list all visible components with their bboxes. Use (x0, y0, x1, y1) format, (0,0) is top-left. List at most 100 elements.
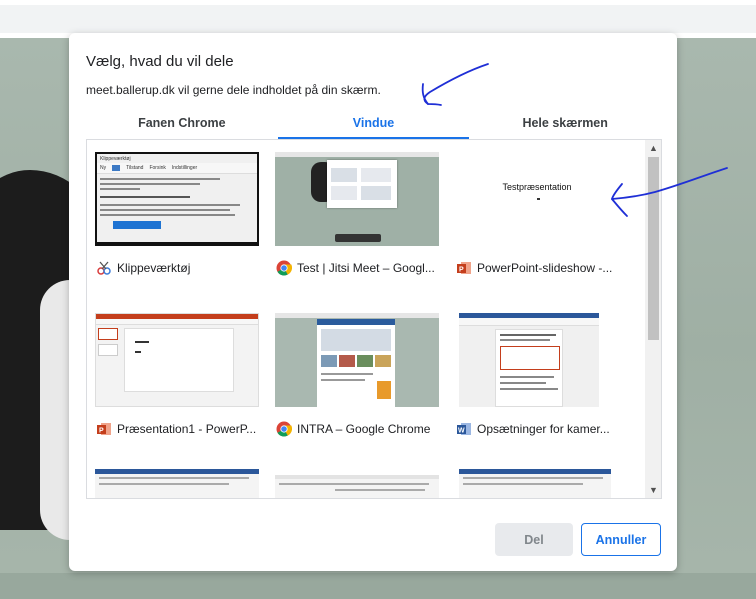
thumb-toolbar (335, 234, 381, 242)
intra-side-badge (377, 381, 391, 399)
window-tile-intra-chrome[interactable]: INTRA – Google Chrome (267, 301, 442, 451)
powerpoint-icon: P (455, 259, 473, 277)
word-text-line (500, 334, 556, 336)
snip-text-line (100, 178, 220, 180)
window-list: Klippeværktøj Ny Tilstand Forsink Indsti… (87, 140, 645, 498)
snip-text-line (100, 204, 240, 206)
cancel-button[interactable]: Annuller (581, 523, 661, 556)
window-tile-snipping-tool[interactable]: Klippeværktøj Ny Tilstand Forsink Indsti… (87, 140, 262, 290)
snipping-window-body: Klippeværktøj Ny Tilstand Forsink Indsti… (97, 154, 257, 242)
ppt-slide-thumb (98, 344, 118, 356)
thumb-text-line (279, 483, 429, 485)
window-title: PowerPoint-slideshow -... (477, 261, 613, 275)
snipping-options-label: Indstillinger (171, 165, 198, 171)
word-text-line (500, 339, 550, 341)
slideshow-dot (537, 198, 540, 200)
scrollbar-thumb[interactable] (648, 157, 659, 340)
thumb-title-bar (275, 475, 439, 479)
thumb-text-line (463, 477, 603, 479)
window-thumbnail (275, 475, 439, 498)
thumb-text-line (463, 483, 583, 485)
snip-blue-button (113, 221, 161, 229)
snipping-tool-icon (95, 259, 113, 277)
share-tabs: Fanen Chrome Vindue Hele skærmen (86, 111, 661, 139)
window-list-panel[interactable]: Klippeværktøj Ny Tilstand Forsink Indsti… (86, 139, 662, 499)
window-thumbnail (95, 313, 259, 407)
window-thumbnail (459, 313, 599, 407)
intra-card (375, 355, 391, 367)
tab-window[interactable]: Vindue (277, 111, 470, 139)
tab-entire-screen[interactable]: Hele skærmen (469, 111, 661, 139)
word-page (495, 329, 563, 407)
thumb-preview (361, 186, 391, 200)
intra-card (339, 355, 355, 367)
thumb-title-bar (95, 469, 259, 474)
snip-text-line (100, 209, 230, 211)
powerpoint-icon: P (95, 420, 113, 438)
window-tile-label: INTRA – Google Chrome (275, 419, 440, 439)
share-button[interactable]: Del (495, 523, 573, 556)
window-tile-powerpoint-slideshow[interactable]: Testpræsentation P PowerPoint-slideshow … (447, 140, 622, 290)
snip-text-line (100, 196, 190, 198)
window-tile-label: Klippeværktøj (95, 258, 260, 278)
window-tile-label: W Opsætninger for kamer... (455, 419, 620, 439)
window-title: INTRA – Google Chrome (297, 422, 431, 436)
snipping-toolbar: Ny Tilstand Forsink Indstillinger (97, 163, 257, 174)
ppt-main-slide (124, 328, 234, 392)
intra-card (321, 355, 337, 367)
chrome-icon (275, 420, 293, 438)
dialog-title: Vælg, hvad du vil dele (86, 53, 234, 70)
window-thumbnail (275, 152, 439, 246)
snip-text-line (100, 183, 200, 185)
window-thumbnail: Testpræsentation (455, 152, 619, 246)
list-scrollbar[interactable]: ▲ ▼ (645, 140, 661, 498)
chrome-icon (275, 259, 293, 277)
tab-chrome-tab[interactable]: Fanen Chrome (86, 111, 278, 139)
thumb-browser-bar (275, 313, 439, 318)
window-title: Klippeværktøj (117, 261, 191, 275)
window-tile-word[interactable]: W Opsætninger for kamer... (447, 301, 622, 451)
window-title: Test | Jitsi Meet – Googl... (297, 261, 435, 275)
snipping-title-text: Klippeværktøj (100, 155, 131, 162)
intra-header (317, 319, 395, 325)
browser-top-strip (0, 5, 756, 33)
intra-text-line (321, 373, 373, 375)
thumb-preview (331, 168, 357, 182)
window-tile-partial[interactable] (447, 457, 622, 498)
window-title: Opsætninger for kamer... (477, 422, 610, 436)
window-thumbnail (95, 469, 259, 498)
dialog-subtitle: meet.ballerup.dk vil gerne dele indholde… (86, 83, 381, 97)
word-text-line (500, 376, 554, 378)
window-tile-partial[interactable] (267, 457, 442, 498)
window-thumbnail (275, 313, 439, 407)
ppt-slide-text (135, 341, 149, 343)
word-text-line (500, 382, 546, 384)
ppt-slide-text (135, 351, 141, 353)
window-tile-powerpoint-editor[interactable]: P Præsentation1 - PowerP... (87, 301, 262, 451)
window-tile-jitsi-chrome[interactable]: Test | Jitsi Meet – Googl... (267, 140, 442, 290)
thumb-text-line (99, 483, 229, 485)
snipping-mode-label: Tilstand (126, 165, 144, 171)
thumb-title-bar (459, 469, 611, 474)
intra-text-line (321, 379, 365, 381)
word-text-line (500, 388, 558, 390)
background-bottom-strip (0, 573, 756, 599)
thumb-preview (331, 186, 357, 200)
word-ribbon (459, 318, 599, 326)
thumb-dialog (327, 160, 397, 208)
window-thumbnail (459, 469, 611, 498)
svg-text:W: W (458, 428, 465, 435)
window-thumbnail: Klippeværktøj Ny Tilstand Forsink Indsti… (95, 152, 259, 246)
window-tile-label: Test | Jitsi Meet – Googl... (275, 258, 440, 278)
scroll-up-arrow-icon[interactable]: ▲ (645, 140, 661, 156)
share-screen-dialog: Vælg, hvad du vil dele meet.ballerup.dk … (69, 33, 677, 571)
window-tile-label: P PowerPoint-slideshow -... (455, 258, 620, 278)
scroll-down-arrow-icon[interactable]: ▼ (645, 482, 661, 498)
intra-hero (321, 329, 391, 351)
snip-text-line (100, 188, 140, 190)
window-tile-partial[interactable] (87, 457, 262, 498)
intra-card (357, 355, 373, 367)
thumb-text-line (99, 477, 249, 479)
window-tile-label: P Præsentation1 - PowerP... (95, 419, 260, 439)
snip-text-line (100, 214, 235, 216)
